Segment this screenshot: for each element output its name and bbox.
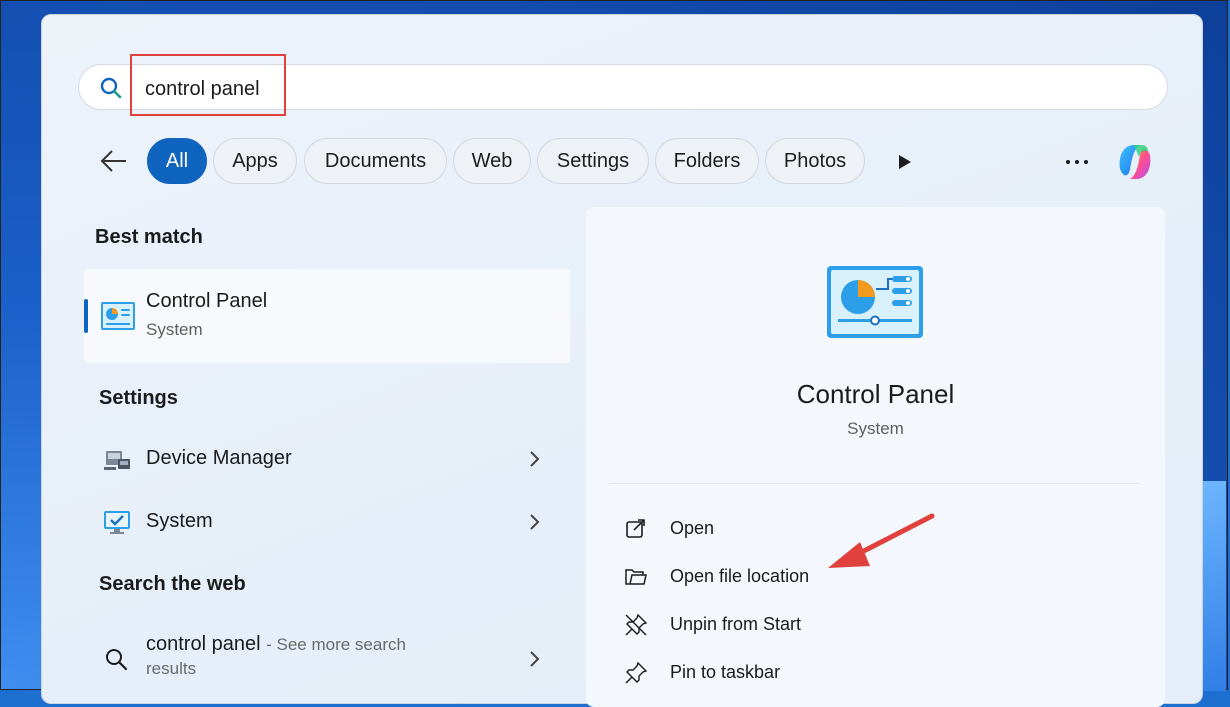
search-icon (106, 649, 128, 671)
best-match-title: Control Panel (146, 290, 268, 312)
settings-item-label: System (146, 510, 213, 532)
details-title: Control Panel (796, 379, 955, 409)
more-horizontal-icon[interactable] (1064, 158, 1090, 166)
chevron-right-icon (530, 651, 540, 667)
filter-documents[interactable]: Documents (304, 138, 447, 184)
filter-web[interactable]: Web (453, 138, 531, 184)
action-pin-to-taskbar[interactable]: Pin to taskbar (624, 653, 1104, 693)
divider (610, 483, 1140, 484)
search-web-heading: Search the web (99, 573, 246, 595)
best-match-subtitle: System (146, 320, 203, 339)
start-search-panel: All Apps Documents Web Settings Folders … (41, 14, 1203, 707)
filter-photos[interactable]: Photos (765, 138, 865, 184)
details-subtitle: System (847, 419, 904, 438)
action-label: Pin to taskbar (670, 662, 781, 682)
play-icon[interactable] (894, 152, 914, 172)
settings-item-device-manager[interactable]: Device Manager (84, 433, 570, 485)
best-match-item[interactable]: Control Panel System (84, 269, 570, 363)
chevron-right-icon (530, 451, 540, 467)
open-external-icon (626, 519, 645, 538)
settings-item-label: Device Manager (146, 447, 292, 469)
search-icon (100, 77, 122, 99)
annotation-arrow (828, 513, 935, 568)
web-result-text: control panel - See more search (146, 633, 406, 656)
pin-icon (625, 661, 648, 684)
filter-apps[interactable]: Apps (213, 138, 297, 184)
action-unpin-from-start[interactable]: Unpin from Start (624, 605, 1104, 645)
details-pane: Control Panel System Open Open file loca… (586, 207, 1165, 707)
action-label: Open (670, 518, 715, 538)
web-hint-tail: results (146, 659, 197, 678)
chevron-right-icon (530, 514, 540, 530)
web-result-item[interactable]: control panel - See more search results (84, 619, 570, 699)
settings-heading: Settings (99, 387, 178, 409)
web-query: control panel (146, 633, 261, 655)
best-match-heading: Best match (95, 226, 203, 248)
folder-icon (625, 569, 647, 585)
control-panel-icon (101, 302, 135, 330)
filter-settings[interactable]: Settings (537, 138, 649, 184)
filter-all[interactable]: All (147, 138, 207, 184)
action-label: Open file location (670, 566, 810, 586)
device-manager-icon (104, 451, 130, 470)
system-monitor-icon (104, 511, 130, 534)
arrow-left-icon[interactable] (98, 146, 130, 176)
filter-folders[interactable]: Folders (655, 138, 759, 184)
control-panel-icon (827, 266, 923, 338)
selection-indicator (84, 299, 88, 333)
settings-item-system[interactable]: System (84, 496, 570, 548)
unpin-icon (625, 613, 648, 636)
copilot-icon[interactable] (1112, 139, 1158, 185)
web-hint: - See more search (266, 635, 406, 654)
action-label: Unpin from Start (670, 614, 802, 634)
annotation-highlight-box (130, 54, 286, 116)
